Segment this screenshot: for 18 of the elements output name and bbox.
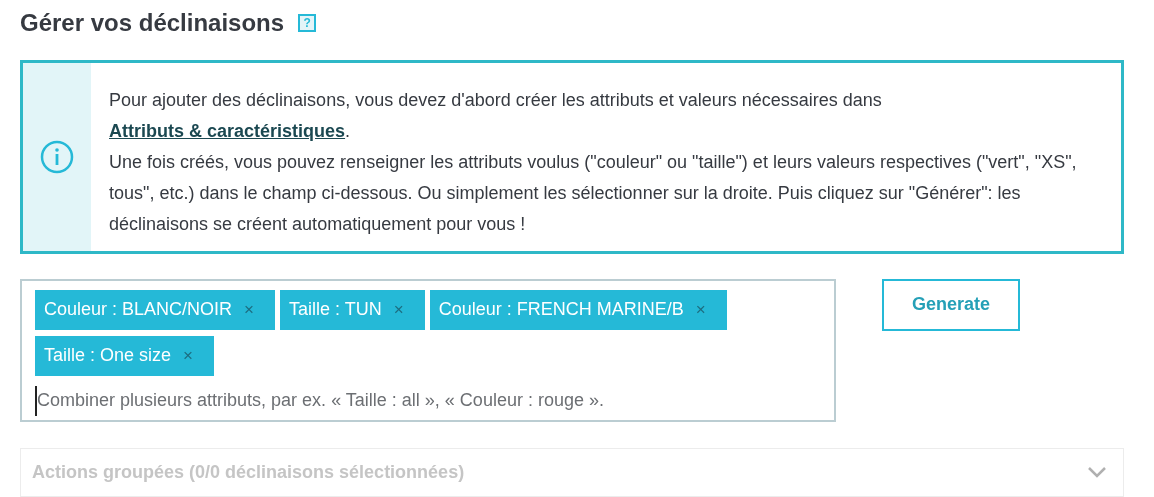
tag-label: Taille : One size [44,345,172,367]
bulk-actions-panel[interactable]: Actions groupées (0/0 déclinaisons sélectionnées) [20,447,1124,497]
tag-label: Taille : TUN [289,299,382,321]
generate-button[interactable]: Generate [882,278,1020,331]
remove-tag-button[interactable]: × [695,299,706,320]
alert-text: Une fois créés, vous pouvez renseigner les attributs voulus ("couleur" ou "taille") et leurs valeurs respectives ("vert", "XS", tous", etc.) dans le champ ci-dessous. Ou simplement les sélectionner sur la droite. Puis cliquez sur "Générer": les déclinaisons se créent automatiquement pour vous ! [109,150,1078,236]
alert-text: Pour ajouter des déclinaisons, vous devez d'abord créer les attributs et valeurs nécessaires dans Attributs & caractéristiques. [109,88,883,143]
remove-tag-button[interactable]: × [183,345,193,366]
help-icon[interactable]: ? [298,13,317,32]
info-icon [40,139,74,174]
remove-tag-button[interactable]: × [244,299,254,320]
attributes-tag-field[interactable]: Couleur : BLANC/NOIR × Taille : TUN × Couleur : FRENCH MARINE/B × Taille : One size × Combiner plusieurs attributs, par ex. « Taille : all », « Couleur : rouge ». [20,278,836,422]
tag-label: Couleur : BLANC/NOIR [44,299,233,321]
attributes-link[interactable]: Attributs & caractéristiques [109,120,346,141]
tag-label: Couleur : FRENCH MARINE/B [438,299,684,321]
bulk-actions-label: Actions groupées (0/0 déclinaisons sélectionnées) [32,461,465,483]
remove-tag-button[interactable]: × [393,299,404,320]
section-title: Gérer vos déclinaisons [20,8,285,37]
